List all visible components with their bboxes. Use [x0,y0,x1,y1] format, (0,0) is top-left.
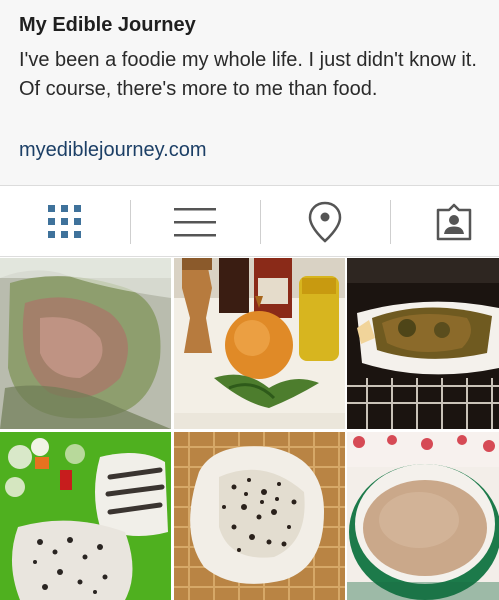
toolbar-divider [260,200,261,244]
photo-image [174,258,345,429]
profile-header: My Edible Journey I've been a foodie my … [0,0,499,186]
photo-grid [0,258,499,600]
toolbar-divider [390,200,391,244]
photo-tile-marinated-meat[interactable] [0,258,171,429]
grid-view-button[interactable] [5,186,125,257]
photo-image [347,258,499,429]
photo-tile-pepper-mill-onion[interactable] [174,258,345,429]
photo-tile-fish-with-salad[interactable] [0,432,171,600]
tagged-photos-button[interactable] [394,186,499,257]
list-icon [174,207,216,236]
profile-name: My Edible Journey [19,14,196,36]
list-view-button[interactable] [135,186,255,257]
map-view-button[interactable] [265,186,385,257]
photo-image [0,432,171,600]
photo-tile-dough-in-bowl[interactable] [347,432,499,600]
photo-image [0,258,171,429]
photo-tile-flatbread-on-rack[interactable] [174,432,345,600]
grid-icon [48,204,81,238]
toolbar-divider [130,200,131,244]
website-link[interactable]: myediblejourney.com [19,139,207,162]
profile-bio: I've been a foodie my whole life. I just… [19,49,477,100]
view-toolbar [0,186,499,257]
tagged-user-icon [436,203,472,240]
photo-tile-roast-in-oven[interactable] [347,258,499,429]
photo-image [174,432,345,600]
location-pin-icon [308,201,342,243]
photo-image [347,432,499,600]
